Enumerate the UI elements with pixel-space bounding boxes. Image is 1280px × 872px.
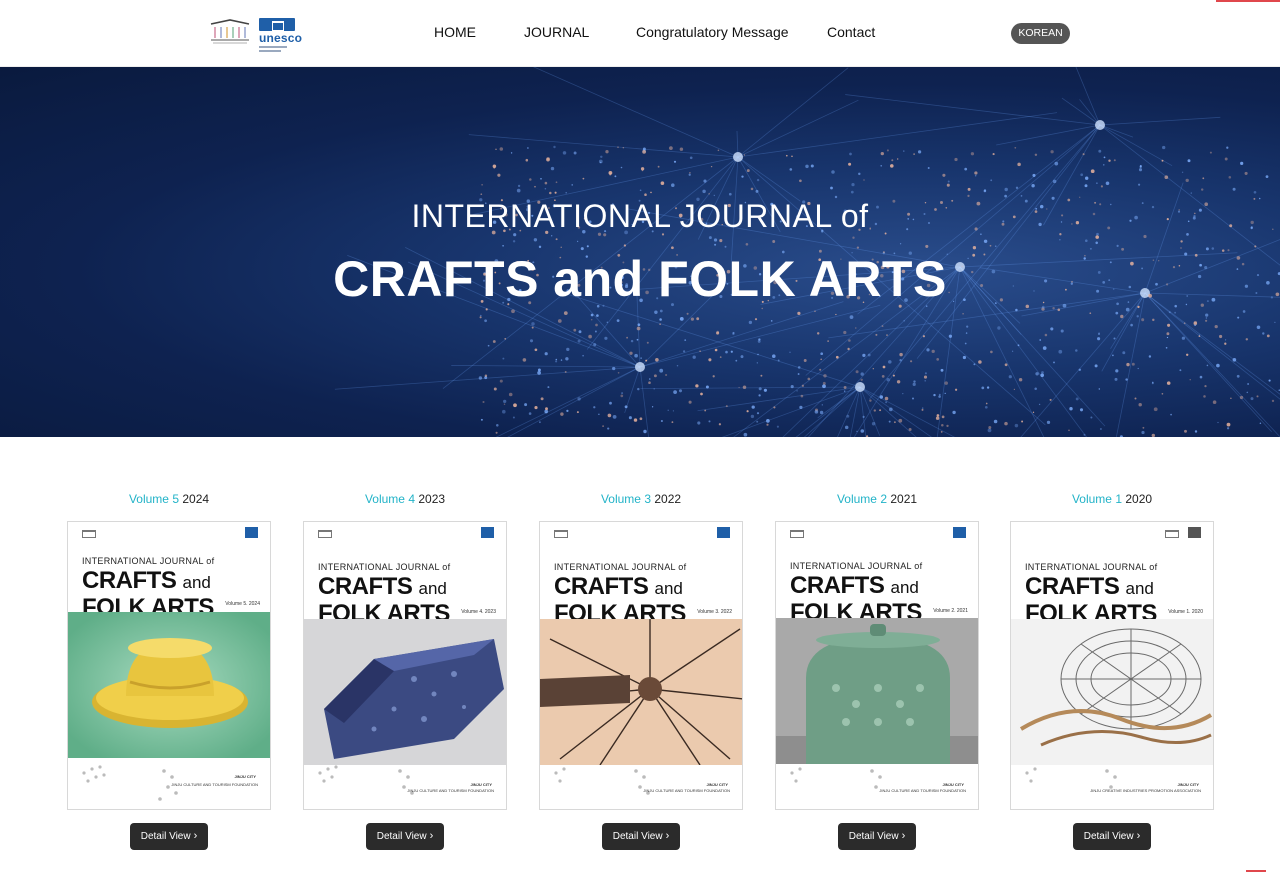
volume-label: Volume 3 2022 [539,492,743,506]
cover-volume: Volume 4. 2023 [461,609,496,615]
volume-year: 2020 [1125,492,1153,506]
chevron-right-icon: › [1136,830,1141,842]
unesco-logo-icon [1188,527,1201,538]
volume-number: Volume 1 [1071,492,1122,506]
cover-artwork-woven-baskets [1011,619,1213,765]
cover-volume: Volume 2. 2021 [933,608,968,614]
cover-artwork-spindle-wheel [540,619,742,765]
chevron-right-icon: › [193,830,198,842]
chevron-right-icon: › [665,830,670,842]
volume-list: Volume 5 2024 INTERNATIONAL JOURNAL of C… [0,437,1280,872]
volume-cover[interactable]: INTERNATIONAL JOURNAL of CRAFTS and FOLK … [775,521,979,810]
detail-view-button[interactable]: Detail View › [1073,823,1151,850]
city-logo-icon [554,530,568,538]
cover-artwork-mother-of-pearl [304,619,506,765]
city-logo-icon [790,530,804,538]
volume-cover[interactable]: INTERNATIONAL JOURNAL of CRAFTS and FOLK … [1010,521,1214,810]
cover-publisher-foundation: JINJU CULTURE AND TOURISM FOUNDATION [879,788,966,793]
cover-volume: Volume 1. 2020 [1168,609,1203,615]
nav-contact[interactable]: Contact [827,24,875,40]
detail-view-button[interactable]: Detail View › [130,823,208,850]
unesco-subline [259,50,281,52]
cover-publisher-foundation: JINJU CULTURE AND TOURISM FOUNDATION [171,782,258,787]
unesco-subline [259,46,287,48]
cover-publisher-city: JINJU CITY [706,782,728,787]
cover-journal-name: INTERNATIONAL JOURNAL of [554,562,687,572]
cover-volume: Volume 3. 2022 [697,609,732,615]
main-nav: HOME JOURNAL Congratulatory Message Cont… [0,24,1280,44]
city-logo-icon [318,530,332,538]
cover-artwork-golden-hat [68,612,270,758]
volume-label: Volume 2 2021 [775,492,979,506]
detail-view-button[interactable]: Detail View › [838,823,916,850]
volume-year: 2021 [890,492,918,506]
nav-congratulatory-message[interactable]: Congratulatory Message [636,24,789,40]
volume-year: 2022 [654,492,682,506]
volume-cover[interactable]: INTERNATIONAL JOURNAL of CRAFTS and FOLK … [303,521,507,810]
corner-accent [1216,0,1280,2]
cover-journal-name: INTERNATIONAL JOURNAL of [318,562,451,572]
volume-number: Volume 4 [364,492,415,506]
chevron-right-icon: › [429,830,434,842]
city-logo-icon [1165,530,1179,538]
cover-publisher-foundation: JINJU CULTURE AND TOURISM FOUNDATION [407,788,494,793]
detail-view-button[interactable]: Detail View › [602,823,680,850]
volume-year: 2024 [182,492,210,506]
volume-year: 2023 [418,492,446,506]
volume-label: Volume 5 2024 [67,492,271,506]
volume-label: Volume 4 2023 [303,492,507,506]
cover-publisher-city: JINJU CITY [470,782,492,787]
cover-journal-name: INTERNATIONAL JOURNAL of [1025,562,1158,572]
nav-journal[interactable]: JOURNAL [524,24,589,40]
detail-view-button[interactable]: Detail View › [366,823,444,850]
cover-publisher-association: JINJU CREATIVE INDUSTRIES PROMOTION ASSO… [1090,788,1201,793]
unesco-logo-icon [245,527,258,538]
cover-publisher-foundation: JINJU CULTURE AND TOURISM FOUNDATION [643,788,730,793]
cover-publisher-city: JINJU CITY [942,782,964,787]
volume-cover[interactable]: INTERNATIONAL JOURNAL of CRAFTS and FOLK … [67,521,271,810]
volume-cover[interactable]: INTERNATIONAL JOURNAL of CRAFTS and FOLK … [539,521,743,810]
unesco-logo-icon [481,527,494,538]
cover-artwork-celadon-jar [776,618,978,764]
hero-title-line2: CRAFTS and FOLK ARTS [333,251,947,307]
chevron-right-icon: › [901,830,906,842]
language-toggle-button[interactable]: KOREAN [1011,23,1070,44]
volume-number: Volume 3 [600,492,651,506]
unesco-logo-icon [717,527,730,538]
volume-label: Volume 1 2020 [1010,492,1214,506]
city-logo-icon [82,530,96,538]
cover-volume: Volume 5. 2024 [225,601,260,607]
cover-journal-name: INTERNATIONAL JOURNAL of [790,561,923,571]
nav-home[interactable]: HOME [434,24,476,40]
volume-number: Volume 5 [128,492,179,506]
hero-banner: INTERNATIONAL JOURNAL of CRAFTS and FOLK… [0,67,1280,437]
site-header: unesco HOME JOURNAL Congratulatory Messa… [0,0,1280,67]
cover-journal-name: INTERNATIONAL JOURNAL of [82,556,215,566]
cover-publisher-city: JINJU CITY [234,774,256,779]
volume-number: Volume 2 [836,492,887,506]
cover-publisher-city: JINJU CITY [1177,782,1199,787]
hero-title-line1: INTERNATIONAL JOURNAL of [411,198,869,234]
unesco-logo-icon [953,527,966,538]
